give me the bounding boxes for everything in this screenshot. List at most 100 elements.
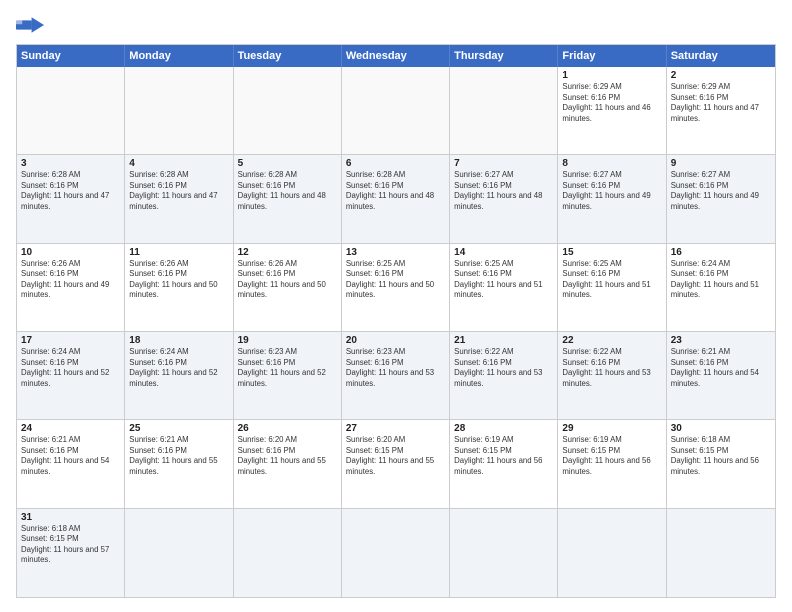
day-header-sunday: Sunday (17, 45, 125, 67)
day-header-tuesday: Tuesday (234, 45, 342, 67)
cell-date-num: 8 (562, 158, 661, 169)
cell-date-num: 2 (671, 70, 771, 81)
cell-date-num: 6 (346, 158, 445, 169)
cell-8: 8Sunrise: 6:27 AM Sunset: 6:16 PM Daylig… (558, 155, 666, 243)
cell-26: 26Sunrise: 6:20 AM Sunset: 6:16 PM Dayli… (234, 420, 342, 508)
day-headers: SundayMondayTuesdayWednesdayThursdayFrid… (17, 45, 775, 67)
cell-info-text: Sunrise: 6:27 AM Sunset: 6:16 PM Dayligh… (671, 170, 771, 212)
cell-23: 23Sunrise: 6:21 AM Sunset: 6:16 PM Dayli… (667, 332, 775, 420)
cell-19: 19Sunrise: 6:23 AM Sunset: 6:16 PM Dayli… (234, 332, 342, 420)
cell-info-text: Sunrise: 6:27 AM Sunset: 6:16 PM Dayligh… (454, 170, 553, 212)
cell-info-text: Sunrise: 6:28 AM Sunset: 6:16 PM Dayligh… (238, 170, 337, 212)
cell-info-text: Sunrise: 6:20 AM Sunset: 6:16 PM Dayligh… (238, 435, 337, 477)
calendar-grid: 1Sunrise: 6:29 AM Sunset: 6:16 PM Daylig… (17, 67, 775, 597)
cell-date-num: 3 (21, 158, 120, 169)
cell-info-text: Sunrise: 6:25 AM Sunset: 6:16 PM Dayligh… (454, 259, 553, 301)
cell-info-text: Sunrise: 6:24 AM Sunset: 6:16 PM Dayligh… (671, 259, 771, 301)
cell-date-num: 18 (129, 335, 228, 346)
day-header-monday: Monday (125, 45, 233, 67)
cell-info-text: Sunrise: 6:21 AM Sunset: 6:16 PM Dayligh… (21, 435, 120, 477)
cell-date-num: 4 (129, 158, 228, 169)
cell-22: 22Sunrise: 6:22 AM Sunset: 6:16 PM Dayli… (558, 332, 666, 420)
cell-7: 7Sunrise: 6:27 AM Sunset: 6:16 PM Daylig… (450, 155, 558, 243)
cell-info-text: Sunrise: 6:29 AM Sunset: 6:16 PM Dayligh… (562, 82, 661, 124)
cell-empty (558, 509, 666, 597)
cell-info-text: Sunrise: 6:28 AM Sunset: 6:16 PM Dayligh… (346, 170, 445, 212)
cell-17: 17Sunrise: 6:24 AM Sunset: 6:16 PM Dayli… (17, 332, 125, 420)
cell-empty (234, 67, 342, 155)
cell-empty (667, 509, 775, 597)
cell-date-num: 22 (562, 335, 661, 346)
cell-date-num: 20 (346, 335, 445, 346)
cell-info-text: Sunrise: 6:21 AM Sunset: 6:16 PM Dayligh… (129, 435, 228, 477)
cell-info-text: Sunrise: 6:21 AM Sunset: 6:16 PM Dayligh… (671, 347, 771, 389)
cell-24: 24Sunrise: 6:21 AM Sunset: 6:16 PM Dayli… (17, 420, 125, 508)
cell-date-num: 17 (21, 335, 120, 346)
cell-date-num: 19 (238, 335, 337, 346)
cell-date-num: 11 (129, 247, 228, 258)
cell-date-num: 14 (454, 247, 553, 258)
cell-12: 12Sunrise: 6:26 AM Sunset: 6:16 PM Dayli… (234, 244, 342, 332)
cell-13: 13Sunrise: 6:25 AM Sunset: 6:16 PM Dayli… (342, 244, 450, 332)
cell-date-num: 12 (238, 247, 337, 258)
cell-date-num: 16 (671, 247, 771, 258)
cell-9: 9Sunrise: 6:27 AM Sunset: 6:16 PM Daylig… (667, 155, 775, 243)
cell-date-num: 26 (238, 423, 337, 434)
cell-11: 11Sunrise: 6:26 AM Sunset: 6:16 PM Dayli… (125, 244, 233, 332)
cell-15: 15Sunrise: 6:25 AM Sunset: 6:16 PM Dayli… (558, 244, 666, 332)
cell-info-text: Sunrise: 6:19 AM Sunset: 6:15 PM Dayligh… (562, 435, 661, 477)
cell-date-num: 10 (21, 247, 120, 258)
cell-info-text: Sunrise: 6:26 AM Sunset: 6:16 PM Dayligh… (21, 259, 120, 301)
cell-3: 3Sunrise: 6:28 AM Sunset: 6:16 PM Daylig… (17, 155, 125, 243)
cell-30: 30Sunrise: 6:18 AM Sunset: 6:15 PM Dayli… (667, 420, 775, 508)
day-header-thursday: Thursday (450, 45, 558, 67)
cell-date-num: 24 (21, 423, 120, 434)
cell-empty (342, 67, 450, 155)
page: SundayMondayTuesdayWednesdayThursdayFrid… (0, 0, 792, 612)
cell-21: 21Sunrise: 6:22 AM Sunset: 6:16 PM Dayli… (450, 332, 558, 420)
cell-date-num: 28 (454, 423, 553, 434)
cell-6: 6Sunrise: 6:28 AM Sunset: 6:16 PM Daylig… (342, 155, 450, 243)
calendar: SundayMondayTuesdayWednesdayThursdayFrid… (16, 44, 776, 598)
general-blue-icon (16, 14, 44, 36)
cell-18: 18Sunrise: 6:24 AM Sunset: 6:16 PM Dayli… (125, 332, 233, 420)
cell-25: 25Sunrise: 6:21 AM Sunset: 6:16 PM Dayli… (125, 420, 233, 508)
cell-5: 5Sunrise: 6:28 AM Sunset: 6:16 PM Daylig… (234, 155, 342, 243)
cell-info-text: Sunrise: 6:28 AM Sunset: 6:16 PM Dayligh… (129, 170, 228, 212)
cell-2: 2Sunrise: 6:29 AM Sunset: 6:16 PM Daylig… (667, 67, 775, 155)
cell-info-text: Sunrise: 6:26 AM Sunset: 6:16 PM Dayligh… (238, 259, 337, 301)
cell-28: 28Sunrise: 6:19 AM Sunset: 6:15 PM Dayli… (450, 420, 558, 508)
cell-date-num: 29 (562, 423, 661, 434)
cell-date-num: 15 (562, 247, 661, 258)
cell-empty (450, 509, 558, 597)
cell-date-num: 13 (346, 247, 445, 258)
cell-1: 1Sunrise: 6:29 AM Sunset: 6:16 PM Daylig… (558, 67, 666, 155)
cell-empty (125, 67, 233, 155)
cell-31: 31Sunrise: 6:18 AM Sunset: 6:15 PM Dayli… (17, 509, 125, 597)
cell-info-text: Sunrise: 6:20 AM Sunset: 6:15 PM Dayligh… (346, 435, 445, 477)
cell-info-text: Sunrise: 6:24 AM Sunset: 6:16 PM Dayligh… (21, 347, 120, 389)
cell-info-text: Sunrise: 6:27 AM Sunset: 6:16 PM Dayligh… (562, 170, 661, 212)
cell-date-num: 30 (671, 423, 771, 434)
cell-date-num: 7 (454, 158, 553, 169)
cell-27: 27Sunrise: 6:20 AM Sunset: 6:15 PM Dayli… (342, 420, 450, 508)
cell-info-text: Sunrise: 6:24 AM Sunset: 6:16 PM Dayligh… (129, 347, 228, 389)
cell-info-text: Sunrise: 6:28 AM Sunset: 6:16 PM Dayligh… (21, 170, 120, 212)
cell-29: 29Sunrise: 6:19 AM Sunset: 6:15 PM Dayli… (558, 420, 666, 508)
cell-10: 10Sunrise: 6:26 AM Sunset: 6:16 PM Dayli… (17, 244, 125, 332)
cell-date-num: 25 (129, 423, 228, 434)
cell-info-text: Sunrise: 6:23 AM Sunset: 6:16 PM Dayligh… (238, 347, 337, 389)
cell-empty (234, 509, 342, 597)
cell-info-text: Sunrise: 6:18 AM Sunset: 6:15 PM Dayligh… (21, 524, 120, 566)
cell-date-num: 23 (671, 335, 771, 346)
cell-empty (450, 67, 558, 155)
logo (16, 14, 48, 36)
cell-info-text: Sunrise: 6:19 AM Sunset: 6:15 PM Dayligh… (454, 435, 553, 477)
cell-date-num: 1 (562, 70, 661, 81)
cell-20: 20Sunrise: 6:23 AM Sunset: 6:16 PM Dayli… (342, 332, 450, 420)
cell-date-num: 27 (346, 423, 445, 434)
cell-info-text: Sunrise: 6:25 AM Sunset: 6:16 PM Dayligh… (562, 259, 661, 301)
cell-info-text: Sunrise: 6:29 AM Sunset: 6:16 PM Dayligh… (671, 82, 771, 124)
day-header-saturday: Saturday (667, 45, 775, 67)
cell-empty (342, 509, 450, 597)
